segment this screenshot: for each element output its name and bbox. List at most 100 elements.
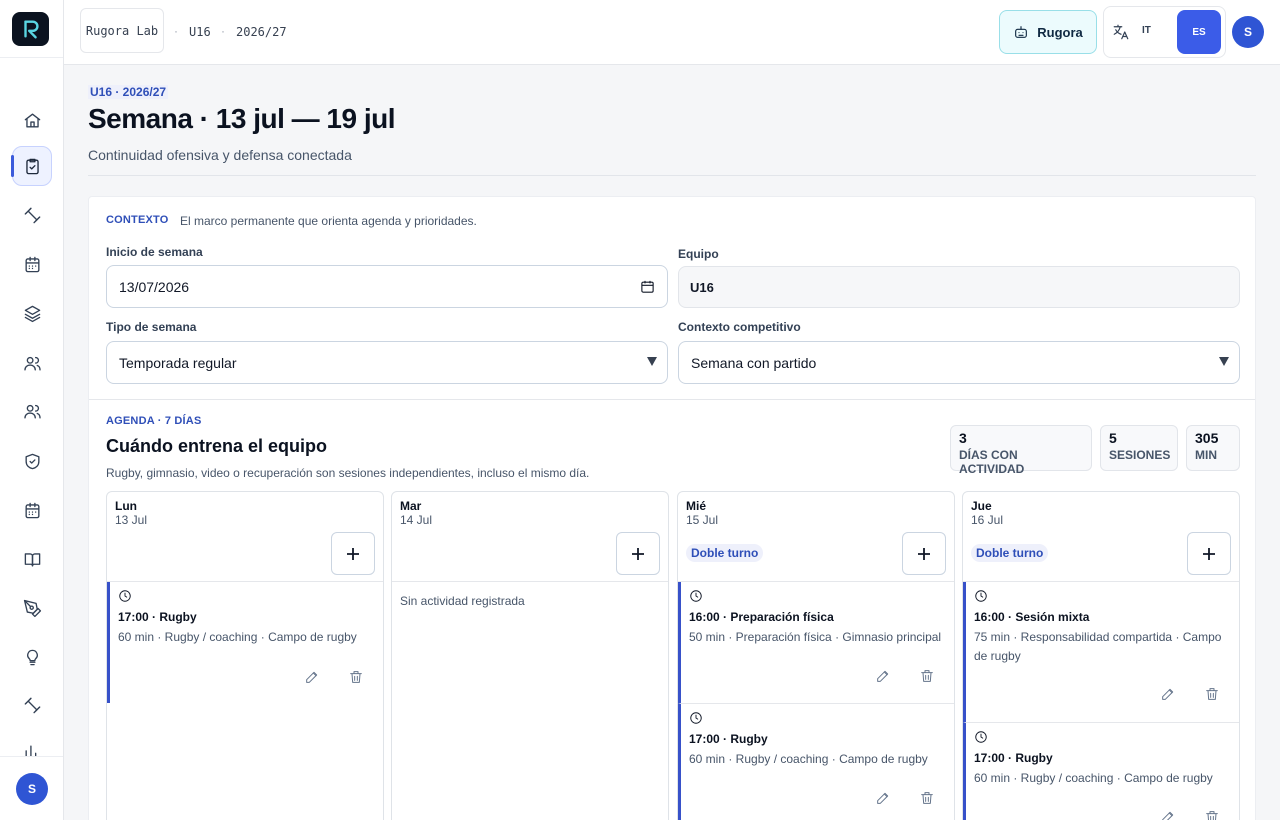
rugora-assistant-button[interactable]: Rugora	[999, 10, 1097, 54]
session-title: 16:00 · Preparación física	[689, 610, 834, 624]
delete-session-icon[interactable]	[1204, 809, 1220, 820]
org-switcher[interactable]: Rugora Lab	[80, 8, 164, 53]
session-meta: 50 min · Preparación física · Gimnasio p…	[689, 630, 942, 644]
sidebar-item-schedule[interactable]	[12, 490, 52, 530]
dumbbell-alt-icon	[24, 697, 40, 713]
sidebar-item-fitness[interactable]	[12, 685, 52, 725]
clock-icon	[689, 711, 703, 725]
context-tag: CONTEXTO	[106, 214, 169, 226]
add-session-button[interactable]	[616, 532, 660, 575]
add-session-button[interactable]	[1187, 532, 1231, 575]
delete-session-icon[interactable]	[919, 668, 935, 684]
sidebar-item-stats[interactable]	[12, 733, 52, 756]
dropdown-caret-icon	[647, 357, 657, 366]
add-session-button[interactable]	[902, 532, 946, 575]
session-title: 17:00 · Rugby	[118, 610, 197, 624]
edit-session-icon[interactable]	[1160, 809, 1176, 820]
clock-icon	[974, 730, 988, 744]
day-name: Mié	[686, 499, 707, 513]
day-date: 13 Jul	[115, 513, 148, 527]
header-divider	[88, 175, 1256, 176]
sidebar-item-library[interactable]	[12, 539, 52, 579]
section-divider	[89, 399, 1255, 400]
sidebar-item-ideas[interactable]	[12, 637, 52, 677]
week-start-field[interactable]: 13/07/2026	[106, 265, 668, 308]
lang-it-button[interactable]: IT	[1142, 25, 1151, 36]
calendar-alt-icon	[24, 502, 40, 518]
delete-session-icon[interactable]	[348, 669, 364, 685]
breadcrumb-separator: ·	[221, 24, 225, 38]
dumbbell-icon	[24, 207, 40, 223]
week-type-value: Temporada regular	[119, 354, 237, 371]
calendar-picker-icon[interactable]	[640, 279, 655, 294]
shield-check-icon	[24, 453, 40, 469]
edit-session-icon[interactable]	[875, 668, 891, 684]
sidebar-item-calendar[interactable]	[12, 244, 52, 284]
agenda-subtitle: Rugby, gimnasio, video o recuperación so…	[106, 466, 590, 480]
stat-label: SESIONES	[1109, 448, 1171, 462]
competitive-label: Contexto competitivo	[678, 320, 801, 334]
session-card[interactable]: 17:00 · Rugby 60 min · Rugby / coaching …	[107, 582, 383, 703]
book-open-icon	[24, 552, 40, 567]
session-title: 16:00 · Sesión mixta	[974, 610, 1090, 624]
sidebar-item-staff[interactable]	[12, 391, 52, 431]
sidebar-item-security[interactable]	[12, 441, 52, 481]
session-card[interactable]: 16:00 · Preparación física 50 min · Prep…	[678, 582, 954, 704]
stat-label: MIN	[1195, 448, 1217, 462]
lang-es-button[interactable]: ES	[1177, 10, 1221, 54]
day-name: Lun	[115, 499, 137, 513]
delete-session-icon[interactable]	[1204, 686, 1220, 702]
add-session-button[interactable]	[331, 532, 375, 575]
edit-session-icon[interactable]	[304, 669, 320, 685]
session-meta: 60 min · Rugby / coaching · Campo de rug…	[118, 630, 357, 644]
sidebar-item-layers[interactable]	[12, 293, 52, 333]
team-label: Equipo	[678, 247, 719, 261]
page-subtitle: Continuidad ofensiva y defensa conectada	[88, 147, 352, 163]
session-card[interactable]: 17:00 · Rugby 60 min · Rugby / coaching …	[963, 723, 1239, 820]
sidebar-item-design[interactable]	[12, 588, 52, 628]
sidebar-avatar[interactable]: S	[16, 773, 48, 805]
empty-day-text: Sin actividad registrada	[400, 594, 525, 608]
breadcrumb-team[interactable]: U16	[189, 25, 211, 39]
day-column-wed: Mié 15 Jul Doble turno 16:00 · Preparaci…	[677, 491, 955, 820]
breadcrumb-season[interactable]: 2026/27	[236, 25, 287, 39]
week-card: CONTEXTO El marco permanente que orienta…	[88, 196, 1256, 820]
sidebar-item-home[interactable]	[12, 100, 52, 140]
day-divider	[392, 581, 668, 582]
double-shift-badge: Doble turno	[686, 544, 764, 562]
page-eyebrow: U16 · 2026/27	[88, 85, 169, 99]
delete-session-icon[interactable]	[919, 790, 935, 806]
robot-icon	[1015, 26, 1028, 38]
sidebar-item-training[interactable]	[12, 195, 52, 235]
session-card[interactable]: 16:00 · Sesión mixta 75 min · Responsabi…	[963, 582, 1239, 723]
stat-sessions: 5 SESIONES	[1100, 425, 1178, 471]
app-logo[interactable]	[12, 12, 49, 46]
users-alt-icon	[23, 404, 41, 419]
user-avatar[interactable]: S	[1232, 16, 1264, 48]
session-meta: 60 min · Rugby / coaching · Campo de rug…	[974, 771, 1213, 785]
stat-minutes: 305 MIN	[1186, 425, 1240, 471]
bar-chart-icon	[24, 745, 36, 756]
calendar-icon	[24, 256, 40, 272]
competitive-select[interactable]: Semana con partido	[678, 341, 1240, 384]
week-type-select[interactable]: Temporada regular	[106, 341, 668, 384]
day-column-mon: Lun 13 Jul 17:00 · Rugby 60 min · Rugby …	[106, 491, 384, 820]
pen-tool-icon	[23, 599, 41, 617]
plus-icon	[632, 547, 644, 560]
translate-icon	[1112, 23, 1130, 41]
day-column-thu: Jue 16 Jul Doble turno 16:00 · Sesión mi…	[962, 491, 1240, 820]
sidebar-item-weekly-plan[interactable]	[11, 146, 52, 186]
stat-value: 5	[1109, 430, 1117, 446]
clock-icon	[974, 589, 988, 603]
clipboard-check-icon	[25, 158, 39, 174]
edit-session-icon[interactable]	[875, 790, 891, 806]
double-shift-badge: Doble turno	[971, 544, 1049, 562]
edit-session-icon[interactable]	[1160, 686, 1176, 702]
agenda-title: Cuándo entrena el equipo	[106, 436, 328, 456]
topbar: Rugora Lab · U16 · 2026/27 Rugora IT ES …	[64, 0, 1280, 65]
sidebar-item-players[interactable]	[12, 343, 52, 383]
sidebar-user-area: S	[0, 756, 63, 820]
session-card[interactable]: 17:00 · Rugby 60 min · Rugby / coaching …	[678, 704, 954, 820]
stat-value: 3	[959, 430, 967, 446]
session-meta: 75 min · Responsabilidad compartida · Ca…	[974, 630, 1222, 663]
